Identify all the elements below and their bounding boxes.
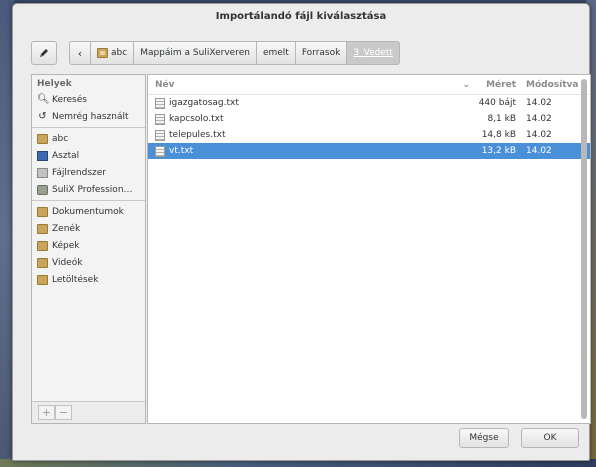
text-file-icon bbox=[155, 129, 165, 141]
folder-icon bbox=[37, 274, 48, 285]
sidebar-item-videos[interactable]: Videók bbox=[32, 254, 145, 271]
sidebar-item-label: Letöltések bbox=[52, 274, 99, 285]
breadcrumb-emelt[interactable]: emelt bbox=[256, 41, 296, 65]
breadcrumb-forrasok[interactable]: Forrasok bbox=[295, 41, 348, 65]
column-header-modified[interactable]: Módosítva bbox=[522, 80, 580, 90]
edit-location-button[interactable] bbox=[31, 41, 57, 65]
folder-icon bbox=[37, 240, 48, 251]
folder-icon bbox=[37, 223, 48, 234]
sidebar-item-label: Asztal bbox=[52, 150, 80, 161]
cancel-button[interactable]: Mégse bbox=[459, 428, 509, 448]
text-file-icon bbox=[155, 113, 165, 125]
breadcrumb: ‹ abc Mappáim a SuliXerveren emelt Forra… bbox=[69, 41, 400, 65]
file-row-selected[interactable]: vt.txt 13,2 kB 14.02 bbox=[148, 143, 590, 159]
file-modified: 14.02 bbox=[526, 114, 552, 124]
drive-icon bbox=[37, 167, 48, 178]
file-modified: 14.02 bbox=[526, 130, 552, 140]
folder-icon bbox=[37, 206, 48, 217]
file-list-header: Név ⌄ Méret Módosítva bbox=[148, 75, 590, 95]
sidebar-item-documents[interactable]: Dokumentumok bbox=[32, 203, 145, 220]
breadcrumb-back-button[interactable]: ‹ bbox=[69, 41, 91, 65]
recent-icon: ↺ bbox=[38, 111, 47, 122]
sidebar-footer: + − bbox=[32, 401, 145, 423]
sidebar-item-label: Videók bbox=[52, 257, 83, 268]
breadcrumb-mappaim[interactable]: Mappáim a SuliXerveren bbox=[134, 41, 257, 65]
column-header-name[interactable]: Név ⌄ bbox=[148, 80, 478, 90]
file-row[interactable]: telepules.txt 14,8 kB 14.02 bbox=[148, 127, 590, 143]
disk-icon bbox=[37, 184, 48, 195]
dialog-title: Importálandó fájl kiválasztása bbox=[215, 11, 387, 22]
remove-bookmark-button[interactable]: − bbox=[55, 405, 72, 420]
file-name: vt.txt bbox=[169, 145, 194, 156]
sidebar-item-filesystem[interactable]: Fájlrendszer bbox=[32, 164, 145, 181]
file-name: kapcsolo.txt bbox=[169, 113, 224, 124]
ok-button[interactable]: OK bbox=[521, 428, 579, 448]
sidebar-header: Helyek bbox=[37, 79, 72, 89]
sidebar-item-label: Dokumentumok bbox=[52, 206, 124, 217]
file-size: 13,2 kB bbox=[481, 146, 516, 156]
sidebar-item-music[interactable]: Zenék bbox=[32, 220, 145, 237]
sidebar-item-abc[interactable]: abc bbox=[32, 130, 145, 147]
breadcrumb-label: abc bbox=[111, 48, 128, 58]
file-modified: 14.02 bbox=[526, 146, 552, 156]
file-size: 14,8 kB bbox=[481, 130, 516, 140]
sidebar-item-label: Keresés bbox=[52, 94, 87, 105]
sidebar-item-label: Nemrég használt bbox=[52, 111, 129, 122]
sidebar-item-recent[interactable]: ↺ Nemrég használt bbox=[32, 108, 145, 125]
add-bookmark-button[interactable]: + bbox=[38, 405, 55, 420]
sidebar-separator bbox=[32, 127, 145, 128]
sidebar-item-pictures[interactable]: Képek bbox=[32, 237, 145, 254]
desktop-icon bbox=[37, 150, 48, 161]
sidebar-item-search[interactable]: 🔍︎ Keresés bbox=[32, 91, 145, 108]
file-list-scrollbar[interactable] bbox=[581, 79, 587, 419]
file-modified: 14.02 bbox=[526, 98, 552, 108]
sidebar-item-label: Képek bbox=[52, 240, 80, 251]
search-icon: 🔍︎ bbox=[37, 94, 50, 105]
file-name: telepules.txt bbox=[169, 129, 226, 140]
folder-icon bbox=[37, 257, 48, 268]
sidebar-item-label: SuliX Profession… bbox=[52, 184, 133, 195]
places-sidebar: Helyek 🔍︎ Keresés ↺ Nemrég használt abc … bbox=[31, 74, 146, 424]
sidebar-item-desktop[interactable]: Asztal bbox=[32, 147, 145, 164]
file-list: Név ⌄ Méret Módosítva igazgatosag.txt 44… bbox=[147, 74, 591, 424]
text-file-icon bbox=[155, 97, 165, 109]
sort-chevron-icon: ⌄ bbox=[462, 79, 470, 90]
file-size: 440 bájt bbox=[478, 98, 516, 108]
file-row[interactable]: igazgatosag.txt 440 bájt 14.02 bbox=[148, 95, 590, 111]
file-chooser-dialog: Importálandó fájl kiválasztása ‹ abc Map… bbox=[12, 3, 591, 461]
column-header-size[interactable]: Méret bbox=[478, 80, 522, 90]
sidebar-item-label: abc bbox=[52, 133, 69, 144]
pencil-icon bbox=[40, 49, 48, 57]
column-name-label: Név bbox=[155, 79, 175, 90]
dialog-actions: Mégse OK bbox=[459, 428, 579, 448]
file-size: 8,1 kB bbox=[487, 114, 516, 124]
location-toolbar: ‹ abc Mappáim a SuliXerveren emelt Forra… bbox=[31, 40, 576, 66]
sidebar-item-label: Fájlrendszer bbox=[52, 167, 106, 178]
text-file-icon bbox=[155, 145, 165, 157]
sidebar-item-sulix[interactable]: SuliX Profession… bbox=[32, 181, 145, 198]
folder-icon bbox=[37, 133, 48, 144]
file-name: igazgatosag.txt bbox=[169, 97, 239, 108]
folder-icon bbox=[97, 48, 108, 58]
file-row[interactable]: kapcsolo.txt 8,1 kB 14.02 bbox=[148, 111, 590, 127]
sidebar-item-label: Zenék bbox=[52, 223, 81, 234]
breadcrumb-3-vedett[interactable]: 3_Vedett bbox=[347, 41, 400, 65]
breadcrumb-abc[interactable]: abc bbox=[91, 41, 135, 65]
sidebar-separator bbox=[32, 200, 145, 201]
sidebar-item-downloads[interactable]: Letöltések bbox=[32, 271, 145, 288]
